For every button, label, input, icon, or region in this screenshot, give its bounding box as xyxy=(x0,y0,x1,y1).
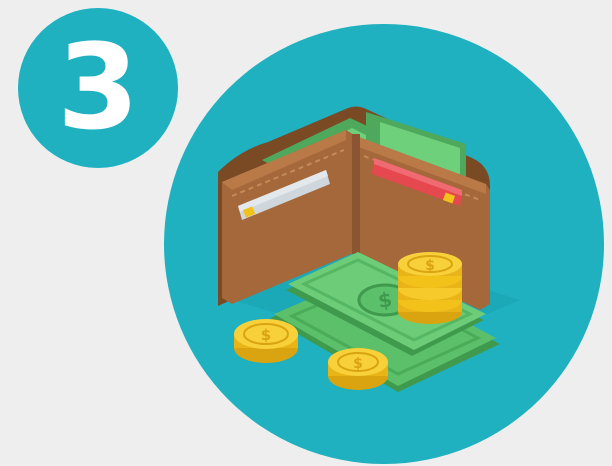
wallet-money-illustration: $ $ $ $ xyxy=(164,24,604,464)
svg-text:$: $ xyxy=(261,326,271,344)
svg-text:$: $ xyxy=(353,356,363,372)
coin-icon-right: $ xyxy=(328,348,388,390)
svg-text:$: $ xyxy=(425,258,435,274)
step-illustration: 3 $ $ $ $ xyxy=(0,0,612,466)
coin-stack-icon: $ xyxy=(398,252,462,324)
coin-icon-left: $ xyxy=(234,319,298,363)
